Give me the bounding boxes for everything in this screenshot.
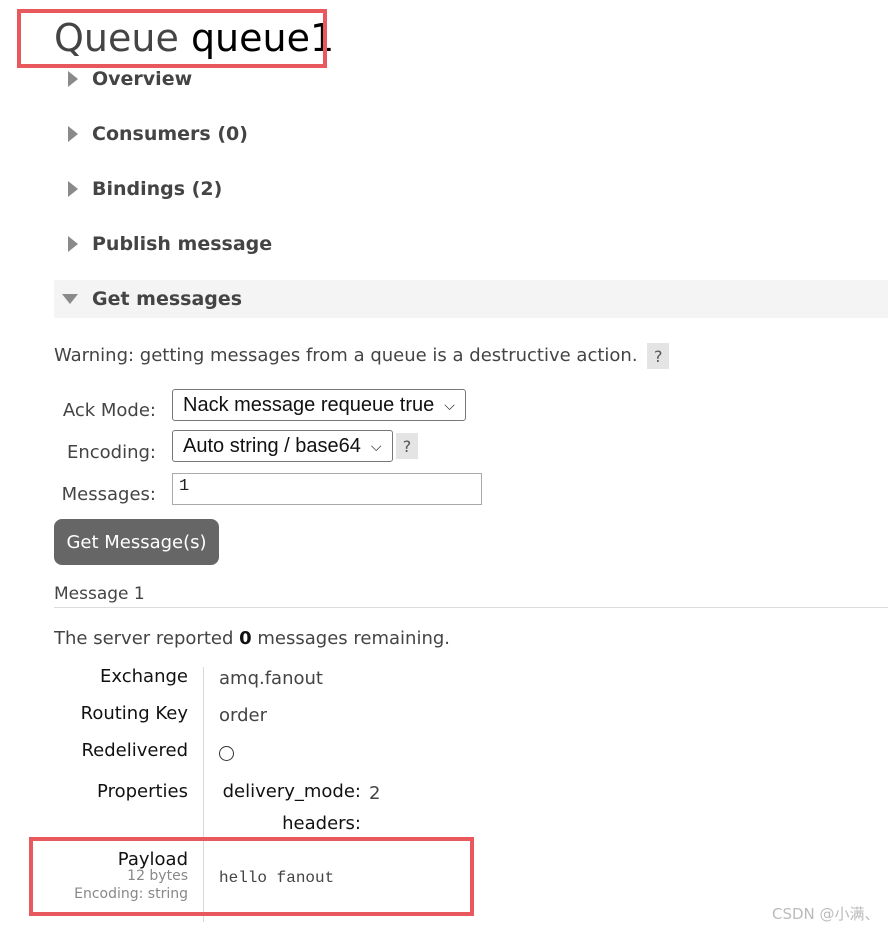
section-publish-message-label: Publish message (92, 233, 273, 255)
exchange-value: amq.fanout (219, 668, 323, 689)
get-messages-button[interactable]: Get Message(s) (54, 519, 219, 565)
section-publish-message[interactable]: Publish message (54, 225, 888, 263)
section-bindings-label: Bindings (2) (92, 178, 223, 200)
remaining-count: 0 (239, 628, 252, 649)
headers-key: headers: (282, 813, 361, 834)
ack-mode-select[interactable]: Nack message requeue true ⌵ (172, 389, 466, 421)
ack-mode-label: Ack Mode: (62, 400, 156, 421)
section-get-messages[interactable]: Get messages (54, 280, 888, 318)
delivery-mode-value: 2 (369, 783, 381, 804)
collapse-triangle-icon (62, 294, 78, 304)
section-overview-label: Overview (92, 68, 193, 90)
encoding-label: Encoding: (66, 442, 156, 463)
section-bindings[interactable]: Bindings (2) (54, 170, 888, 208)
remaining-suffix: messages remaining. (257, 628, 450, 649)
exchange-label: Exchange (100, 666, 188, 687)
remaining-messages-text: The server reported 0 messages remaining… (54, 628, 450, 649)
warning-help-button[interactable]: ? (647, 343, 670, 369)
delivery-mode-key: delivery_mode: (222, 781, 361, 802)
redelivered-indicator (219, 746, 234, 761)
chevron-down-icon: ⌵ (444, 396, 455, 413)
section-consumers[interactable]: Consumers (0) (54, 115, 888, 153)
section-consumers-label: Consumers (0) (92, 123, 248, 145)
destructive-warning: Warning: getting messages from a queue i… (54, 343, 670, 369)
message-heading: Message 1 (54, 584, 145, 604)
section-get-messages-label: Get messages (92, 288, 243, 310)
watermark: CSDN @小满、 (772, 905, 880, 923)
expand-triangle-icon (68, 71, 78, 87)
messages-count-input[interactable]: 1 (172, 473, 482, 505)
redelivered-label: Redelivered (81, 740, 188, 761)
expand-triangle-icon (68, 126, 78, 142)
payload-highlight-box (29, 837, 474, 916)
messages-label: Messages: (61, 484, 156, 505)
encoding-value: Auto string / base64 (183, 434, 361, 457)
routing-key-value: order (219, 705, 267, 726)
message-divider (54, 607, 888, 608)
chevron-down-icon: ⌵ (370, 437, 382, 454)
ack-mode-value: Nack message requeue true (183, 393, 435, 416)
warning-text: Warning: getting messages from a queue i… (54, 345, 638, 366)
encoding-help-button[interactable]: ? (396, 433, 418, 459)
encoding-select[interactable]: Auto string / base64 ⌵ (172, 430, 393, 462)
routing-key-label: Routing Key (80, 703, 188, 724)
expand-triangle-icon (68, 181, 78, 197)
properties-label: Properties (97, 781, 188, 802)
expand-triangle-icon (68, 236, 78, 252)
section-overview[interactable]: Overview (54, 60, 888, 98)
remaining-prefix: The server reported (54, 628, 234, 649)
